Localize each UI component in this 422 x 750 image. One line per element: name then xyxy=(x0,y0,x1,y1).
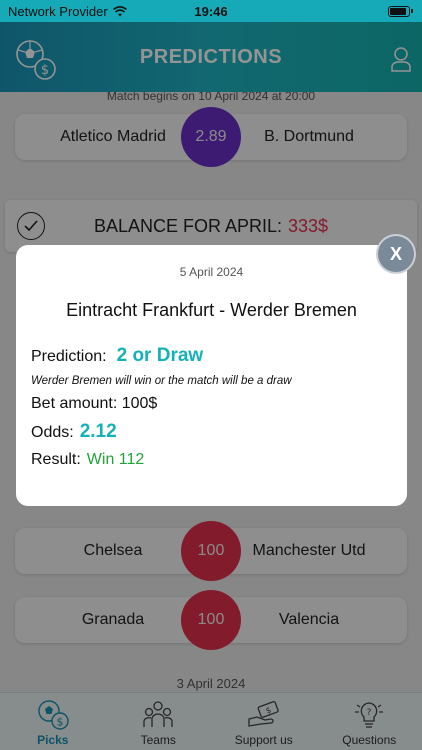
modal-date: 5 April 2024 xyxy=(179,265,244,279)
status-time: 19:46 xyxy=(194,3,228,19)
odds-line: Odds: 2.12 xyxy=(31,421,392,443)
carrier-label: Network Provider xyxy=(8,3,108,19)
prediction-value: 2 or Draw xyxy=(116,345,204,366)
status-bar: Network Provider 19:46 xyxy=(0,0,422,22)
odds-value: 2.12 xyxy=(79,421,117,442)
result-label: Result: xyxy=(31,451,81,468)
prediction-detail-modal: 5 April 2024 Eintracht Frankfurt - Werde… xyxy=(16,245,407,506)
wifi-icon xyxy=(112,5,127,16)
result-value: Win 112 xyxy=(86,451,145,468)
modal-match-title: Eintracht Frankfurt - Werder Bremen xyxy=(66,300,357,320)
battery-icon xyxy=(388,5,413,17)
result-line: Result: Win 112 xyxy=(31,451,392,469)
prediction-label: Prediction: xyxy=(31,348,107,365)
prediction-line: Prediction: 2 or Draw xyxy=(31,345,392,367)
odds-label: Odds: xyxy=(31,424,74,441)
prediction-explanation: Werder Bremen will win or the match will… xyxy=(31,375,292,387)
close-button[interactable]: X xyxy=(376,234,416,274)
status-left: Network Provider xyxy=(8,4,127,19)
bet-amount: Bet amount: 100$ xyxy=(31,395,158,412)
